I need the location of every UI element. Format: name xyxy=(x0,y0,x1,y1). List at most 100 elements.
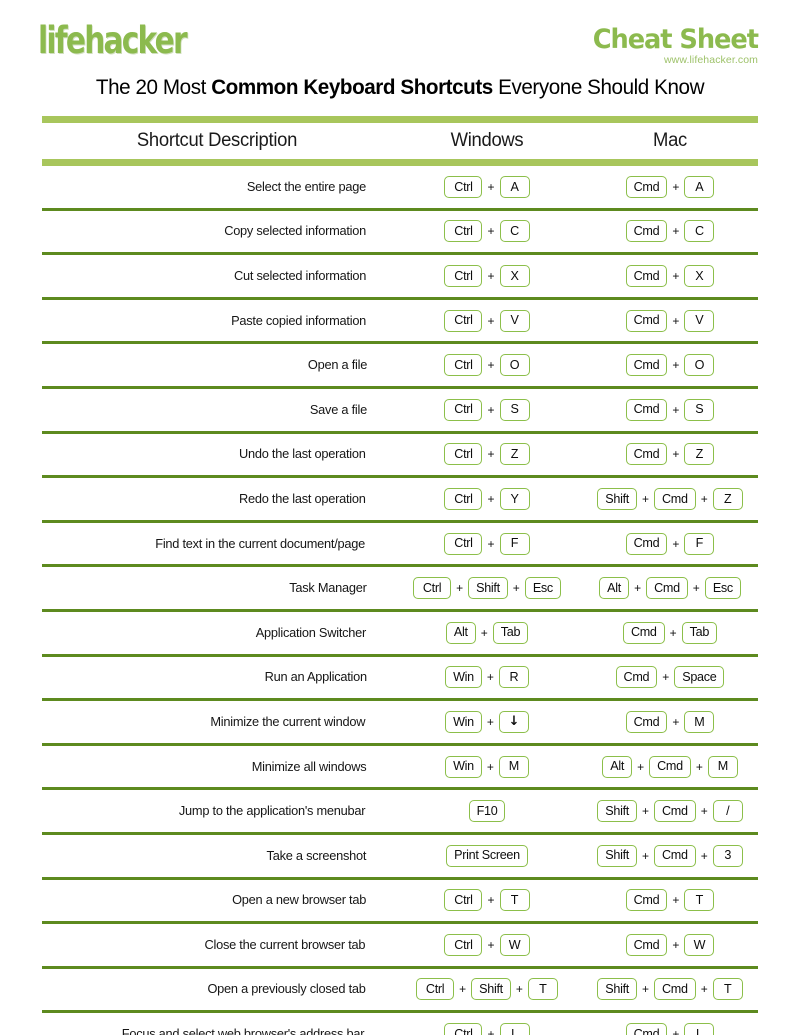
key-cap: Shift xyxy=(597,800,637,823)
mac-shortcut-combo: Shift + Cmd + / xyxy=(582,800,758,823)
shortcut-description: Application Switcher xyxy=(255,624,367,640)
table-row: Take a screenshot Print Screen Shift + Cmd +3 xyxy=(42,835,758,877)
key-cap: Cmd xyxy=(654,978,696,1001)
key-cap: Cmd xyxy=(625,889,668,912)
cell-windows: Ctrl + Shift + Esc xyxy=(392,577,582,600)
key-cap: Ctrl xyxy=(413,577,452,600)
windows-shortcut-combo: Ctrl + T xyxy=(392,889,582,912)
shortcut-description: Cut selected information xyxy=(233,267,366,283)
key-cap: A xyxy=(499,175,530,198)
table-header-rule xyxy=(42,159,758,166)
key-cap: M xyxy=(498,755,529,778)
cell-mac: Cmd + M xyxy=(582,710,758,733)
key-cap: O xyxy=(499,354,530,377)
shortcut-description: Open a previously closed tab xyxy=(207,981,366,997)
table-row: Copy selected information Ctrl + C Cmd + C xyxy=(42,211,758,253)
cell-description: Redo the last operation xyxy=(42,490,392,508)
shortcuts-table: Shortcut Description Windows Mac Select … xyxy=(42,116,758,1035)
mac-shortcut-combo: Cmd + W xyxy=(582,933,758,956)
table-row: Run an Application Win + R Cmd + Space xyxy=(42,657,758,699)
windows-shortcut-combo: Win + ↓ xyxy=(392,710,582,733)
windows-shortcut-combo: Ctrl + Z xyxy=(392,443,582,466)
windows-shortcut-combo: Ctrl + C xyxy=(392,220,582,243)
plus-separator: + xyxy=(641,804,649,819)
table-row: Application Switcher Alt + Tab Cmd + Tab xyxy=(42,612,758,654)
plus-separator: + xyxy=(672,358,680,373)
plus-separator: + xyxy=(672,714,680,729)
shortcut-description: Open a new browser tab xyxy=(231,892,366,908)
key-cap: Cmd xyxy=(654,800,696,823)
key-cap: V xyxy=(684,309,715,332)
key-cap: Alt xyxy=(445,621,476,644)
cell-mac: Cmd + Space xyxy=(582,666,758,689)
key-cap: Cmd xyxy=(625,264,668,287)
plus-separator: + xyxy=(487,491,495,506)
plus-separator: + xyxy=(487,536,495,551)
key-cap: Z xyxy=(684,443,715,466)
windows-shortcut-combo: F10 xyxy=(392,800,582,823)
plus-separator: + xyxy=(669,625,677,640)
mac-shortcut-combo: Cmd + L xyxy=(582,1023,758,1035)
key-cap: / xyxy=(712,800,743,823)
plus-separator: + xyxy=(487,224,495,239)
cell-description: Open a previously closed tab xyxy=(42,980,392,998)
shortcut-description: Find text in the current document/page xyxy=(154,535,365,551)
mac-shortcut-combo: Cmd + V xyxy=(582,309,758,332)
key-cap: Ctrl xyxy=(444,175,483,198)
key-cap: Z xyxy=(499,443,530,466)
windows-shortcut-combo: Ctrl + L xyxy=(392,1023,582,1035)
plus-separator: + xyxy=(662,670,670,685)
key-cap: W xyxy=(499,933,530,956)
mac-shortcut-combo: Cmd + A xyxy=(582,175,758,198)
shortcut-description: Task Manager xyxy=(289,580,367,596)
mac-shortcut-combo: Alt + Cmd + Esc xyxy=(582,577,758,600)
cell-mac: Cmd + A xyxy=(582,175,758,198)
key-cap: M xyxy=(684,710,715,733)
key-cap: Win xyxy=(445,710,482,733)
mac-shortcut-combo: Cmd + Space xyxy=(582,666,758,689)
plus-separator: + xyxy=(672,402,680,417)
windows-shortcut-combo: Ctrl + Y xyxy=(392,487,582,510)
cell-mac: Cmd + X xyxy=(582,264,758,287)
key-cap: Ctrl xyxy=(444,487,483,510)
cell-mac: Cmd + O xyxy=(582,354,758,377)
windows-shortcut-combo: Alt + Tab xyxy=(392,621,582,644)
shortcut-description: Focus and select web browser's address b… xyxy=(121,1026,365,1035)
cell-mac: Shift + Cmd + / xyxy=(582,800,758,823)
key-cap: C xyxy=(499,220,530,243)
page-header: lifehacker Cheat Sheet www.lifehacker.co… xyxy=(0,0,800,68)
windows-shortcut-combo: Print Screen xyxy=(392,844,582,867)
plus-separator: + xyxy=(641,491,649,506)
mac-shortcut-combo: Alt + Cmd + M xyxy=(582,755,758,778)
cell-windows: Ctrl + L xyxy=(392,1023,582,1035)
plus-separator: + xyxy=(487,268,495,283)
key-cap: Ctrl xyxy=(444,532,483,555)
plus-separator: + xyxy=(641,848,649,863)
plus-separator: + xyxy=(480,625,488,640)
cell-description: Save a file xyxy=(42,401,392,419)
key-cap: Cmd xyxy=(625,220,668,243)
cell-description: Cut selected information xyxy=(42,267,392,285)
key-cap: Tab xyxy=(492,621,529,644)
key-cap: Ctrl xyxy=(444,264,483,287)
cell-windows: Ctrl + Shift + T xyxy=(392,978,582,1001)
plus-separator: + xyxy=(487,358,495,373)
cell-mac: Cmd + W xyxy=(582,933,758,956)
table-row: Jump to the application's menubar F10 Shif… xyxy=(42,790,758,832)
plus-separator: + xyxy=(700,848,708,863)
shortcut-description: Open a file xyxy=(307,357,368,373)
plus-separator: + xyxy=(487,893,495,908)
plus-separator: + xyxy=(487,313,495,328)
key-cap: R xyxy=(498,666,529,689)
page-title-emphasis: Common Keyboard Shortcuts xyxy=(211,75,493,99)
cell-description: Undo the last operation xyxy=(42,445,392,463)
windows-shortcut-combo: Ctrl + A xyxy=(392,175,582,198)
plus-separator: + xyxy=(634,581,642,596)
key-cap: Shift xyxy=(597,487,637,510)
cell-description: Minimize the current window xyxy=(42,713,392,731)
table-row: Undo the last operation Ctrl + Z Cmd + Z xyxy=(42,434,758,476)
cell-mac: Alt + Cmd + M xyxy=(582,755,758,778)
key-cap: X xyxy=(684,264,715,287)
key-cap: Cmd xyxy=(649,755,691,778)
shortcut-description: Minimize the current window xyxy=(210,713,366,729)
